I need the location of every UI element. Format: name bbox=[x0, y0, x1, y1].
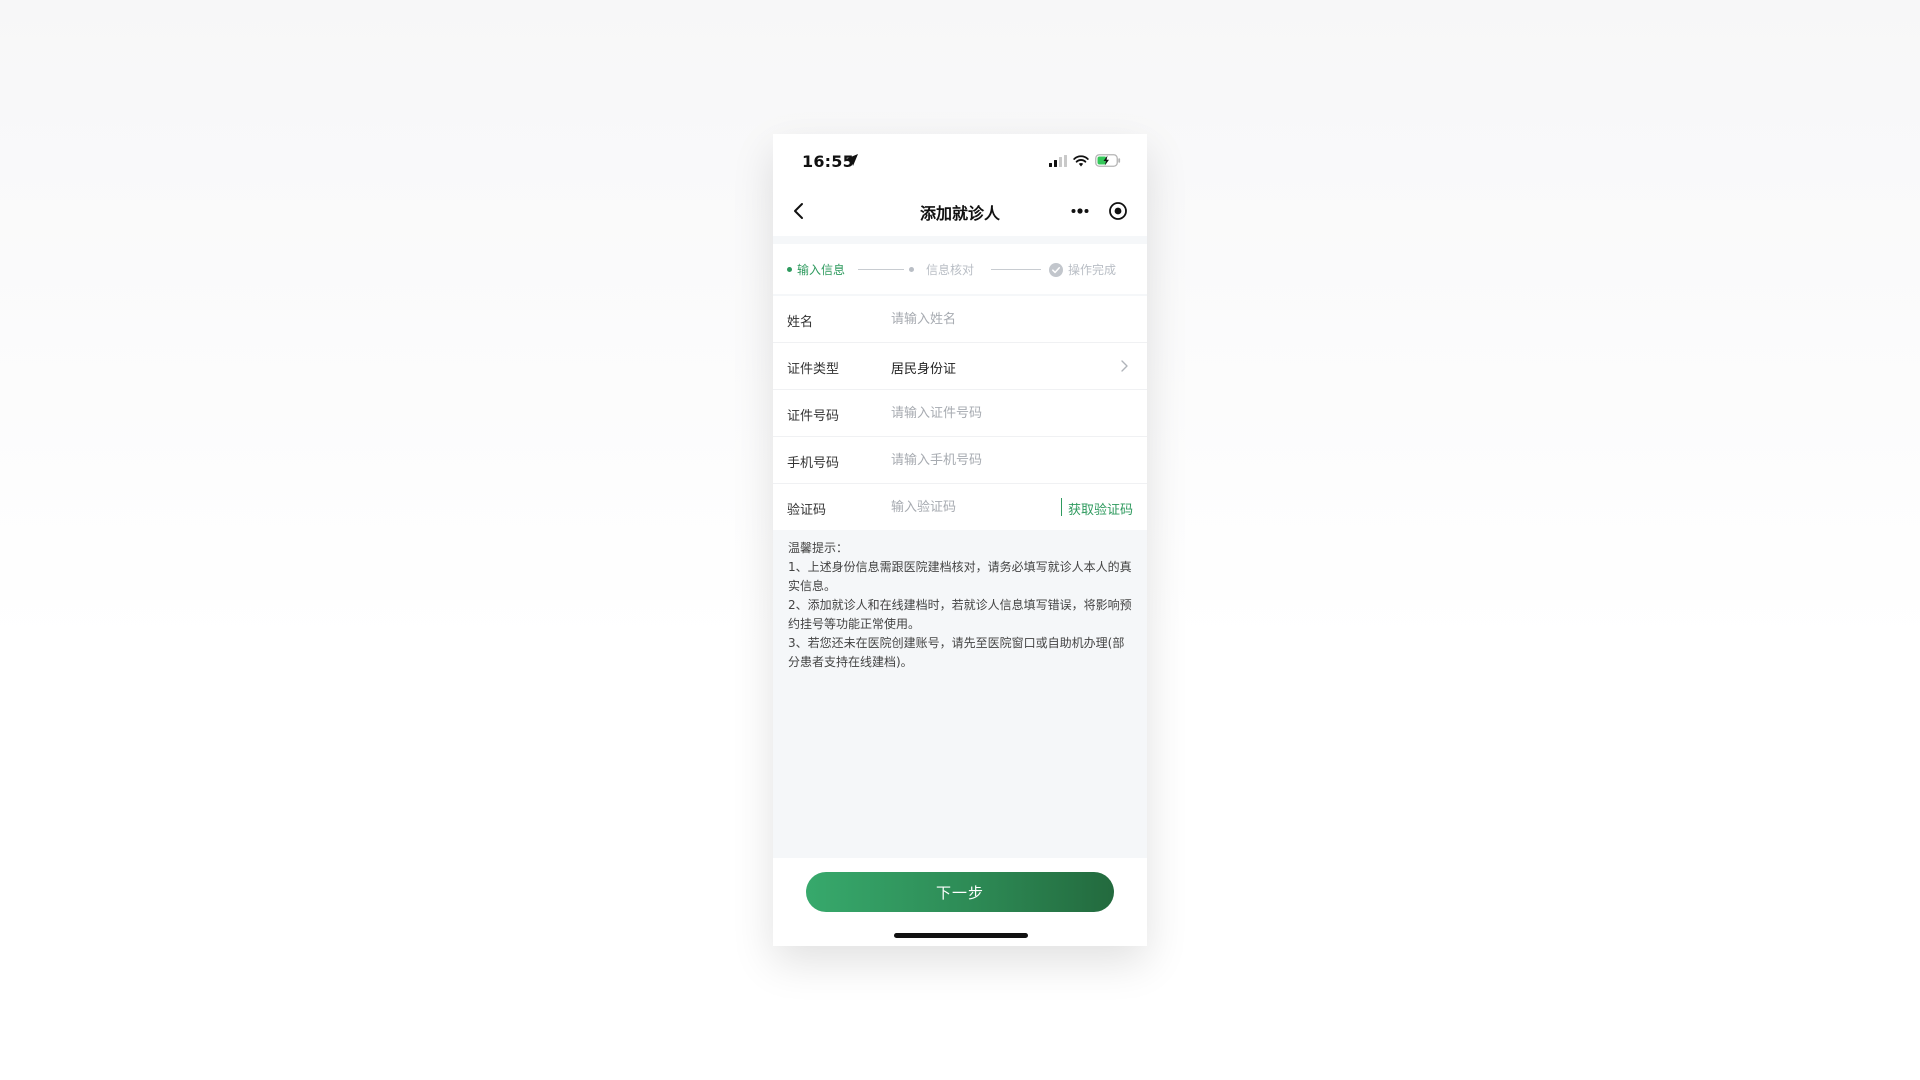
phone-screen: 16:55 添加就诊人 输入信息 信息核对 操作完成 姓名 请输入姓名 证件类型… bbox=[773, 134, 1147, 946]
id-number-label: 证件号码 bbox=[787, 409, 840, 424]
id-type-label: 证件类型 bbox=[787, 362, 840, 377]
patient-form: 姓名 证件类型 居民身份证 证件号码 手机号码 验证码 获取验证码 bbox=[773, 296, 1147, 530]
chevron-right-icon bbox=[1121, 360, 1128, 372]
wifi-icon bbox=[1073, 154, 1089, 166]
phone-input[interactable] bbox=[891, 445, 1061, 475]
tips-line: 3、若您还未在医院创建账号，请先至医院窗口或自助机办理(部分患者支持在线建档)。 bbox=[788, 636, 1125, 669]
step-verify-info: 信息核对 bbox=[909, 261, 974, 278]
step-indicator: 输入信息 信息核对 操作完成 bbox=[773, 244, 1147, 294]
form-row-name: 姓名 bbox=[773, 296, 1147, 343]
tips-section: 温馨提示： 1、上述身份信息需跟医院建档核对，请务必填写就诊人本人的真实信息。 … bbox=[788, 539, 1134, 672]
id-number-input[interactable] bbox=[891, 398, 1061, 428]
status-bar: 16:55 bbox=[773, 134, 1147, 186]
form-row-code: 验证码 获取验证码 bbox=[773, 484, 1147, 530]
tips-line: 2、添加就诊人和在线建档时，若就诊人信息填写错误，将影响预约挂号等功能正常使用。 bbox=[788, 598, 1132, 631]
step-input-info: 输入信息 bbox=[787, 261, 845, 278]
signal-icon bbox=[1049, 154, 1067, 167]
get-code-button[interactable]: 获取验证码 bbox=[1068, 499, 1133, 518]
battery-charging-icon bbox=[1095, 154, 1121, 167]
step-dot-icon bbox=[909, 267, 914, 272]
step-label: 输入信息 bbox=[797, 263, 846, 277]
step-label: 信息核对 bbox=[926, 263, 975, 277]
step-connector bbox=[991, 269, 1041, 270]
close-target-icon[interactable] bbox=[1107, 200, 1129, 222]
step-label: 操作完成 bbox=[1068, 263, 1117, 277]
form-row-id-type[interactable]: 证件类型 居民身份证 bbox=[773, 343, 1147, 390]
id-type-select[interactable]: 居民身份证 bbox=[891, 358, 956, 377]
tips-title: 温馨提示： bbox=[788, 541, 849, 555]
tips-line: 1、上述身份信息需跟医院建档核对，请务必填写就诊人本人的真实信息。 bbox=[788, 560, 1132, 593]
status-indicators bbox=[1049, 154, 1121, 167]
check-circle-icon bbox=[1049, 262, 1063, 277]
more-icon[interactable] bbox=[1069, 200, 1091, 222]
home-indicator bbox=[894, 933, 1028, 938]
code-input[interactable] bbox=[891, 492, 1041, 522]
bottom-bar: 下一步 bbox=[773, 858, 1147, 946]
nav-bar: 添加就诊人 bbox=[773, 186, 1147, 236]
phone-label: 手机号码 bbox=[787, 456, 840, 471]
location-arrow-icon bbox=[846, 154, 858, 166]
form-row-phone: 手机号码 bbox=[773, 437, 1147, 484]
next-step-button[interactable]: 下一步 bbox=[806, 872, 1114, 912]
step-dot-icon bbox=[787, 267, 792, 272]
code-divider bbox=[1061, 498, 1062, 516]
step-connector bbox=[858, 269, 904, 270]
step-complete: 操作完成 bbox=[1049, 261, 1116, 278]
code-label: 验证码 bbox=[787, 503, 827, 518]
name-input[interactable] bbox=[891, 304, 1061, 334]
name-label: 姓名 bbox=[787, 315, 814, 330]
form-row-id-number: 证件号码 bbox=[773, 390, 1147, 437]
